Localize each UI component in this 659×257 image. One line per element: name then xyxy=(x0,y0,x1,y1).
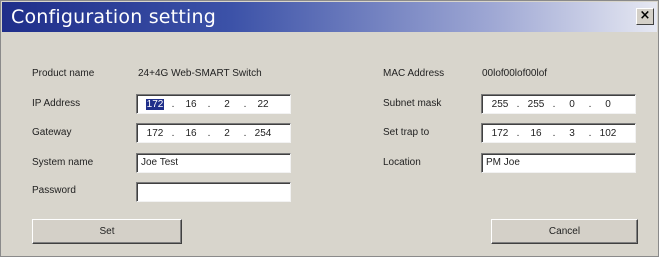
ip-octet-2[interactable]: 16 xyxy=(179,99,203,110)
location-field[interactable]: PM Joe xyxy=(481,153,636,173)
ip-octet-3[interactable]: 2 xyxy=(215,99,239,110)
close-button[interactable]: × xyxy=(636,8,654,25)
mac-address-label: MAC Address xyxy=(383,68,445,79)
cancel-button[interactable]: Cancel xyxy=(491,219,638,244)
subnet-octet-4[interactable]: 0 xyxy=(596,99,620,110)
subnet-octet-3[interactable]: 0 xyxy=(560,99,584,110)
password-label: Password xyxy=(32,185,76,196)
ip-address-label: IP Address xyxy=(32,98,81,109)
close-icon: × xyxy=(639,8,651,23)
product-name-label: Product name xyxy=(32,68,95,79)
trap-octet-2[interactable]: 16 xyxy=(524,128,548,139)
ip-octet-4[interactable]: 22 xyxy=(251,99,275,110)
subnet-octet-2[interactable]: 255 xyxy=(524,99,548,110)
gateway-octet-3[interactable]: 2 xyxy=(215,128,239,139)
gateway-octet-2[interactable]: 16 xyxy=(179,128,203,139)
set-trap-label: Set trap to xyxy=(383,127,430,138)
system-name-label: System name xyxy=(32,157,94,168)
ip-octet-1[interactable]: 172 xyxy=(145,98,165,110)
trap-octet-4[interactable]: 102 xyxy=(596,128,620,139)
gateway-octet-1[interactable]: 172 xyxy=(143,128,167,139)
config-dialog: Configuration setting × Product name 24+… xyxy=(0,0,659,257)
product-name-value: 24+4G Web-SMART Switch xyxy=(138,68,262,79)
subnet-mask-label: Subnet mask xyxy=(383,98,442,109)
set-trap-field[interactable]: 172. 16. 3. 102 xyxy=(481,123,636,143)
mac-address-value: 00lof00lof00lof xyxy=(482,68,548,79)
subnet-octet-1[interactable]: 255 xyxy=(488,99,512,110)
set-button[interactable]: Set xyxy=(32,219,182,244)
location-label: Location xyxy=(383,157,421,168)
trap-octet-1[interactable]: 172 xyxy=(488,128,512,139)
subnet-mask-field[interactable]: 255. 255. 0. 0 xyxy=(481,94,636,114)
system-name-field[interactable]: Joe Test xyxy=(136,153,291,173)
ip-address-field[interactable]: 172. 16. 2. 22 xyxy=(136,94,291,114)
gateway-label: Gateway xyxy=(32,127,72,138)
title-bar[interactable]: Configuration setting × xyxy=(2,2,657,32)
dialog-title: Configuration setting xyxy=(11,6,216,28)
password-field[interactable] xyxy=(136,182,291,202)
gateway-field[interactable]: 172. 16. 2. 254 xyxy=(136,123,291,143)
gateway-octet-4[interactable]: 254 xyxy=(251,128,275,139)
trap-octet-3[interactable]: 3 xyxy=(560,128,584,139)
